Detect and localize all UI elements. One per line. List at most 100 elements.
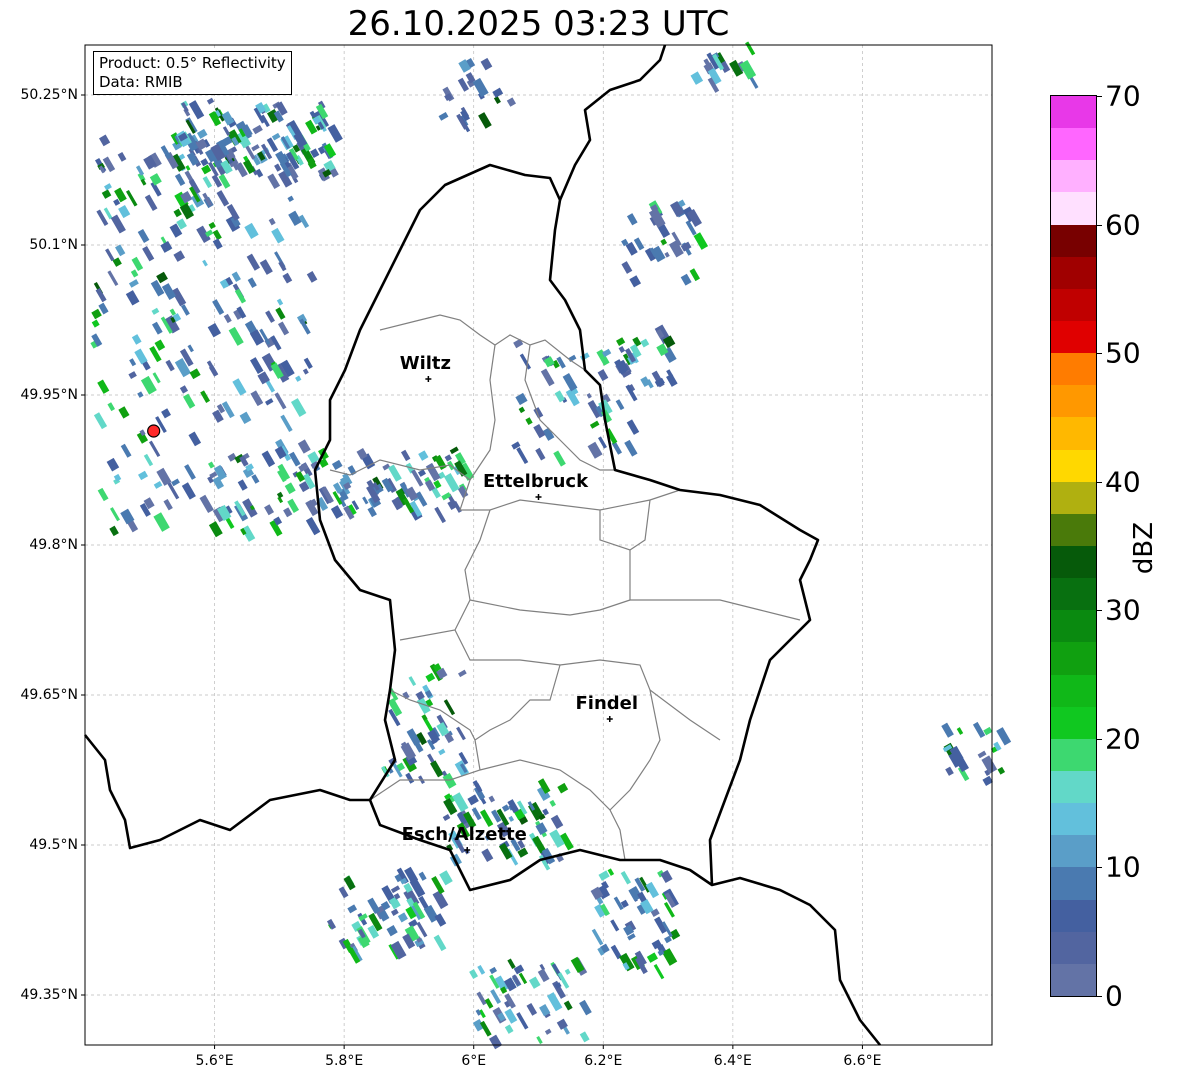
- echo-cell: [101, 189, 112, 199]
- colorbar-bin: [1051, 771, 1096, 804]
- echo-cell: [110, 507, 121, 522]
- echo-cell: [557, 782, 569, 794]
- echo-cell: [457, 485, 469, 499]
- echo-cell: [244, 222, 259, 239]
- echo-cell: [996, 727, 1012, 746]
- echo-cell: [490, 989, 502, 1004]
- echo-cell: [251, 474, 260, 484]
- echo-cell: [200, 390, 211, 403]
- colorbar-bin: [1051, 160, 1096, 193]
- echo-cell: [208, 521, 223, 538]
- echo-cell: [179, 385, 189, 394]
- echo-cell: [434, 506, 447, 524]
- echo-cell: [977, 750, 987, 759]
- echo-cell: [239, 411, 252, 425]
- echo-cell: [489, 1034, 503, 1050]
- echo-cell: [362, 496, 369, 505]
- echo-cell: [137, 391, 144, 398]
- echo-cell: [128, 371, 137, 380]
- echo-cell: [189, 368, 201, 380]
- echo-cell: [99, 134, 111, 147]
- echo-cell: [290, 398, 307, 417]
- echo-cell: [212, 299, 225, 315]
- echo-cell: [276, 491, 284, 499]
- echo-cell: [653, 964, 665, 980]
- city-marker-icon: [425, 376, 432, 382]
- colorbar-label: dBZ: [1129, 521, 1159, 575]
- echo-cell: [620, 870, 632, 885]
- echo-cell: [303, 357, 313, 370]
- echo-cell: [563, 1000, 573, 1011]
- echo-cell: [477, 964, 486, 975]
- echo-cell: [150, 279, 165, 297]
- echo-cell: [91, 308, 102, 320]
- echo-cell: [386, 925, 398, 937]
- echo-cell: [418, 871, 427, 881]
- echo-cell: [326, 918, 337, 930]
- echo-cell: [945, 766, 954, 776]
- radar-site-icon: [147, 424, 161, 438]
- echo-cell: [629, 275, 642, 288]
- echo-cell: [400, 449, 411, 462]
- echo-cell: [246, 253, 261, 271]
- echo-cell: [564, 968, 571, 975]
- colorbar-tick-label: 40: [1105, 465, 1141, 499]
- echo-cell: [405, 772, 415, 784]
- echo-cell: [107, 402, 116, 412]
- echo-cell: [247, 277, 257, 288]
- colorbar-bin: [1051, 192, 1096, 225]
- echo-cell: [184, 464, 196, 480]
- echo-cell: [265, 310, 275, 323]
- echo-cell: [115, 244, 126, 257]
- echo-cell: [579, 1031, 590, 1043]
- echo-cell: [91, 319, 100, 328]
- echo-cell: [212, 238, 223, 250]
- echo-cell: [117, 151, 127, 162]
- echo-cell: [745, 41, 756, 56]
- radar-echoes: [90, 41, 1012, 1050]
- colorbar-tick-mark: [1096, 224, 1102, 226]
- echo-cell: [598, 870, 610, 881]
- echo-cell: [302, 368, 309, 375]
- echo-cell: [330, 505, 344, 519]
- echo-cell: [283, 507, 293, 518]
- echo-cell: [525, 417, 533, 425]
- city-marker-icon: [535, 494, 542, 500]
- echo-cell: [941, 722, 954, 738]
- echo-cell: [261, 450, 276, 468]
- echo-cell: [458, 669, 467, 678]
- colorbar-bin: [1051, 963, 1096, 996]
- echo-cell: [508, 815, 515, 822]
- product-info-box: Product: 0.5° Reflectivity Data: RMIB: [93, 51, 292, 95]
- city-marker-icon: [606, 716, 613, 722]
- echo-cell: [188, 431, 202, 447]
- data-source-label: Data: RMIB: [99, 73, 183, 91]
- echo-cell: [626, 213, 638, 226]
- echo-cell: [397, 912, 408, 923]
- echo-cell: [228, 326, 244, 346]
- echo-cell: [579, 999, 592, 1016]
- echo-cell: [528, 976, 541, 989]
- echo-cell: [518, 406, 526, 414]
- echo-cell: [154, 339, 166, 351]
- echo-cell: [287, 195, 294, 202]
- echo-cell: [488, 795, 496, 803]
- echo-cell: [616, 337, 626, 346]
- colorbar-tick-mark: [1096, 996, 1102, 997]
- echo-cell: [125, 290, 140, 306]
- colorbar-bin: [1051, 353, 1096, 386]
- product-label: Product: 0.5° Reflectivity: [99, 54, 286, 72]
- echo-cell: [343, 875, 356, 891]
- echo-cell: [196, 128, 208, 139]
- colorbar-tick-label: 0: [1105, 979, 1123, 1013]
- echo-cell: [680, 273, 692, 286]
- echo-cell: [173, 208, 182, 218]
- echo-cell: [97, 379, 110, 394]
- echo-cell: [174, 173, 186, 187]
- echo-cell: [668, 240, 684, 258]
- echo-cell: [433, 934, 447, 952]
- echo-cell: [183, 393, 196, 409]
- echo-cell: [306, 271, 318, 283]
- echo-cell: [492, 87, 504, 98]
- echo-cell: [282, 272, 293, 284]
